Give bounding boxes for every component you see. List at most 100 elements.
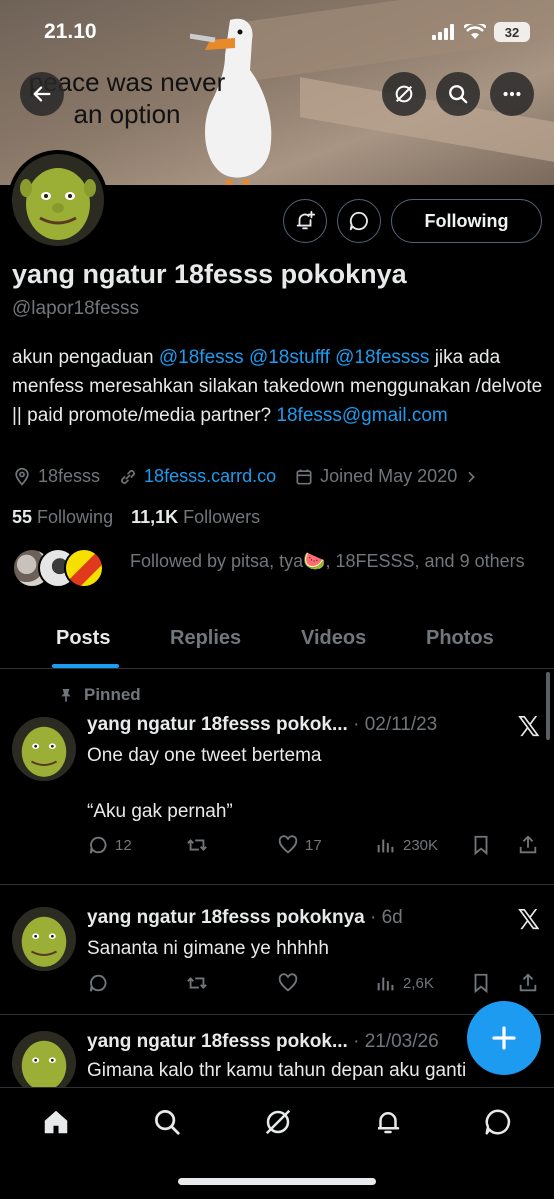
post-item[interactable]: yang ngatur 18fesss pokok... · 02/11/23 … [0, 670, 554, 885]
bell-plus-icon [296, 210, 316, 230]
post-date[interactable]: · 02/11/23 [348, 714, 437, 735]
share-icon [519, 835, 537, 854]
bio-email-link[interactable]: 18fesss@gmail.com [276, 405, 447, 426]
tab-photos[interactable]: Photos [426, 627, 494, 650]
status-icons: 32 [432, 22, 530, 42]
home-indicator[interactable] [178, 1178, 376, 1185]
tab-posts[interactable]: Posts [56, 627, 110, 650]
search-icon [449, 85, 468, 104]
views-button[interactable]: 2,6K [375, 972, 434, 994]
post-date[interactable]: · 21/03/26 [348, 1031, 439, 1052]
post-avatar[interactable] [12, 1031, 76, 1087]
followed-by-text[interactable]: Followed by pitsa, tya🍉, 18FESSS, and 9 … [130, 548, 530, 575]
nav-home[interactable] [36, 1102, 76, 1142]
follower-avatar [64, 548, 104, 588]
post-text: Sananta ni gimane ye hhhhh [87, 938, 329, 959]
nav-search[interactable] [147, 1102, 187, 1142]
profile-meta: 18fesss 18fesss.carrd.co Joined May 2020 [12, 466, 497, 487]
joined-text: Joined May 2020 [320, 466, 458, 486]
profile-tabs: Posts Replies Videos Photos [0, 617, 554, 669]
share-button[interactable] [517, 834, 539, 856]
grok-icon [265, 1109, 291, 1135]
followed-by-avatars[interactable] [12, 548, 104, 588]
website-link[interactable]: 18fesss.carrd.co [144, 466, 276, 487]
post-author[interactable]: yang ngatur 18fesss pokok... [87, 714, 348, 735]
post-text: Gimana kalo thr kamu tahun depan aku gan… [87, 1060, 467, 1081]
compose-button[interactable] [467, 1001, 541, 1075]
share-button[interactable] [517, 972, 539, 994]
x-logo-icon: 𝕏 [517, 904, 540, 935]
shrek-avatar-image [12, 1031, 76, 1087]
following-button[interactable]: Following [391, 199, 542, 243]
nav-messages[interactable] [478, 1102, 518, 1142]
like-button[interactable] [277, 972, 299, 994]
post-avatar[interactable] [12, 907, 76, 971]
post-author[interactable]: yang ngatur 18fesss pokok... [87, 1031, 348, 1052]
chat-bubble-icon [485, 1109, 511, 1135]
post-header: yang ngatur 18fesss pokok... · 02/11/23 [87, 714, 437, 736]
bookmark-button[interactable] [470, 972, 492, 994]
search-icon [155, 1110, 180, 1135]
location-text: 18fesss [38, 466, 101, 486]
reply-button[interactable] [87, 972, 109, 994]
more-button[interactable] [490, 72, 534, 116]
tab-replies[interactable]: Replies [170, 627, 241, 650]
bell-icon [378, 1112, 400, 1134]
post-text: One day one tweet bertema “Aku gak perna… [87, 745, 322, 822]
nav-notifications[interactable] [368, 1102, 408, 1142]
reply-icon [89, 974, 107, 992]
post-header: yang ngatur 18fesss pokok... · 21/03/26 [87, 1031, 439, 1053]
link-icon [121, 469, 135, 484]
grok-button[interactable] [382, 72, 426, 116]
chevron-right-icon [468, 471, 476, 482]
post-item[interactable]: yang ngatur 18fesss pokoknya · 6d 𝕏 Sana… [0, 885, 554, 1015]
bookmark-button[interactable] [470, 834, 492, 856]
active-tab-indicator [52, 664, 119, 668]
search-button[interactable] [436, 72, 480, 116]
joined-item[interactable]: Joined May 2020 [294, 466, 479, 487]
post-avatar[interactable] [12, 717, 76, 781]
x-logo-icon: 𝕏 [517, 711, 540, 742]
website-item[interactable]: 18fesss.carrd.co [118, 466, 276, 487]
like-button[interactable]: 17 [277, 834, 322, 856]
battery-icon: 32 [494, 22, 530, 42]
more-icon [503, 91, 521, 97]
followers-count-link[interactable]: 11,1K Followers [131, 507, 260, 528]
nav-grok[interactable] [258, 1102, 298, 1142]
bio-mention-link[interactable]: @18stufff [249, 347, 330, 368]
heart-icon [278, 835, 298, 854]
following-count-link[interactable]: 55 Following [12, 507, 113, 528]
location-item: 18fesss [12, 466, 100, 487]
profile-avatar[interactable] [8, 150, 108, 250]
status-bar: 21.10 32 [0, 0, 554, 60]
notify-button[interactable] [283, 199, 327, 243]
retweet-button[interactable] [185, 972, 209, 994]
wifi-icon [464, 24, 486, 39]
followers-count: 11,1K [131, 507, 179, 527]
post-author[interactable]: yang ngatur 18fesss pokoknya [87, 907, 365, 928]
shrek-avatar-image [12, 907, 76, 971]
retweet-icon [187, 839, 207, 851]
calendar-icon [296, 469, 312, 484]
profile-bio: akun pengaduan @18fesss @18stufff @18fes… [12, 343, 547, 430]
bio-mention-link[interactable]: @18fesss [159, 347, 244, 368]
following-label: Following [37, 507, 114, 527]
reply-icon [89, 836, 107, 854]
post-date[interactable]: · 6d [365, 907, 403, 928]
views-button[interactable]: 230K [375, 834, 438, 856]
retweet-button[interactable] [185, 834, 209, 856]
post-actions: 2,6K [87, 972, 542, 998]
home-icon [44, 1110, 68, 1134]
grok-icon [395, 85, 413, 103]
view-count: 2,6K [403, 974, 434, 992]
reply-button[interactable]: 12 [87, 834, 132, 856]
share-icon [519, 973, 537, 992]
message-button[interactable] [337, 199, 381, 243]
heart-icon [278, 973, 298, 992]
bio-mention-link[interactable]: @18fessss [335, 347, 429, 368]
signal-icon [432, 24, 454, 40]
tab-videos[interactable]: Videos [301, 627, 366, 650]
view-count: 230K [403, 836, 439, 854]
chat-bubble-icon [349, 211, 368, 231]
back-button[interactable] [20, 72, 64, 116]
